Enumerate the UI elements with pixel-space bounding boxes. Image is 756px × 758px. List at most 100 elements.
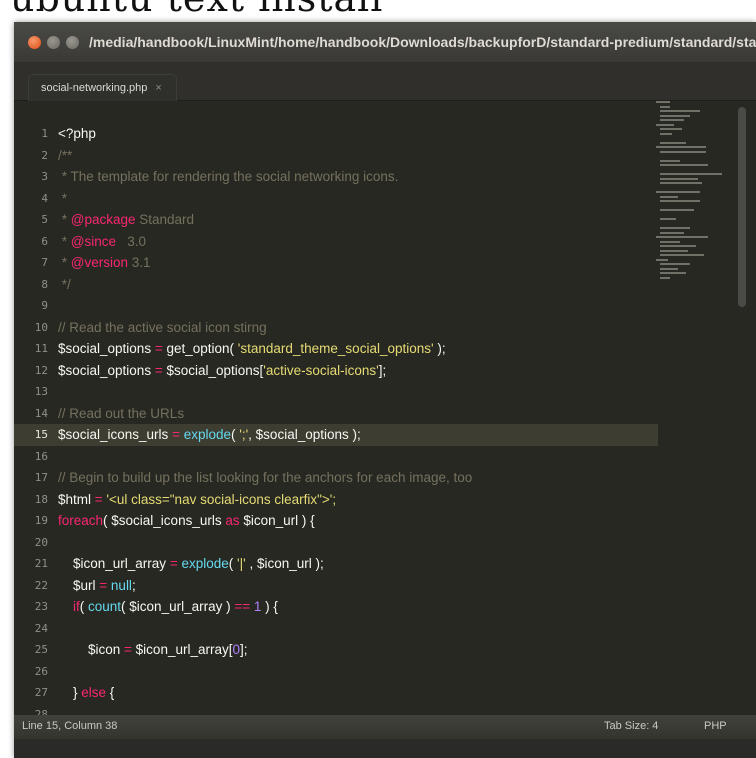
line-number: 19 [34, 514, 48, 527]
code-line[interactable]: if( count( $icon_url_array ) == 1 ) { [58, 596, 278, 618]
line-number: 13 [34, 385, 48, 398]
line-number: 12 [34, 363, 48, 377]
code-line[interactable]: // Read the active social icon stirng [58, 317, 267, 339]
minimap-line [660, 150, 706, 153]
minimap-line [656, 236, 708, 238]
minimap-line [656, 258, 668, 261]
code-line[interactable]: $icon = $icon_url_array[0]; [58, 639, 248, 661]
minimap-line [660, 132, 672, 135]
line-number: 3 [41, 170, 48, 183]
window-title: /media/handbook/LinuxMint/home/handbook/… [89, 34, 756, 50]
code-line[interactable]: * @since 3.0 [58, 231, 146, 253]
code-line[interactable]: // Begin to build up the list looking fo… [58, 467, 472, 489]
syntax-selector[interactable]: PHP [704, 720, 727, 732]
code-line[interactable]: * @package Standard [58, 209, 194, 231]
line-number: 2 [41, 148, 48, 162]
line-number: 5 [41, 213, 48, 226]
code-line[interactable]: $url = null; [58, 575, 136, 597]
minimap-line [660, 227, 690, 229]
line-number: 23 [34, 600, 48, 613]
minimap-line [660, 276, 670, 279]
line-number: 24 [34, 621, 48, 635]
minimap-line [656, 191, 700, 193]
minimap-line [660, 119, 684, 121]
code-line[interactable]: $icon_url_array = explode( '|' , $icon_u… [58, 553, 324, 575]
minimap-line [660, 177, 698, 180]
minimap-line [660, 218, 676, 220]
video-caption: ubuntu text install [10, 0, 383, 20]
line-number: 6 [41, 234, 48, 248]
minimap-line [660, 159, 680, 162]
line-number: 21 [34, 557, 48, 570]
title-bar: /media/handbook/LinuxMint/home/handbook/… [14, 22, 756, 62]
editor-window: /media/handbook/LinuxMint/home/handbook/… [14, 22, 756, 758]
line-number: 11 [34, 342, 48, 355]
window-minimize-button[interactable] [47, 35, 60, 49]
line-number: 18 [34, 492, 48, 506]
line-number: 8 [41, 277, 48, 291]
minimap-line [656, 101, 670, 103]
minimap-line [656, 146, 706, 148]
line-number: 7 [41, 256, 48, 269]
minimap-line [660, 240, 680, 243]
tab-size-selector[interactable]: Tab Size: 4 [604, 720, 658, 732]
minimap-line [660, 164, 708, 166]
minimap-line [660, 272, 686, 274]
minimap-line [660, 245, 696, 247]
minimap-line [656, 123, 674, 126]
minimap-line [660, 173, 722, 175]
line-number: 10 [34, 320, 48, 334]
minimap-line [660, 254, 704, 256]
code-line[interactable]: } else { [58, 682, 114, 704]
code-editor[interactable]: 1 2 3 4 5 6 7 8 9 10 11 12 13 14 15 16 17 18 19 20 21 22 23 24 2… [14, 101, 756, 721]
tab-close-icon[interactable]: × [155, 82, 161, 94]
code-line[interactable]: // Read out the URLs [58, 403, 184, 425]
minimap-line [660, 182, 702, 184]
minimap-line [660, 263, 690, 265]
minimap-line [660, 105, 670, 108]
tab-bar: social-networking.php × [14, 62, 756, 101]
code-line[interactable]: */ [58, 274, 71, 296]
minimap-line [660, 128, 682, 130]
code-line[interactable]: * @version 3.1 [58, 252, 151, 274]
minimap-line [660, 267, 678, 270]
window-close-button[interactable] [28, 35, 41, 49]
line-number: 22 [34, 578, 48, 592]
code-line[interactable]: * [58, 188, 67, 210]
line-number: 17 [34, 471, 48, 484]
minimap[interactable] [656, 101, 734, 301]
code-line[interactable]: <?php [58, 123, 96, 145]
minimap-line [660, 141, 686, 144]
line-number: 20 [34, 535, 48, 549]
minimap-line [660, 114, 690, 117]
code-line[interactable]: $social_options = get_option( 'standard_… [58, 338, 446, 360]
minimap-line [660, 231, 684, 234]
line-number: 1 [41, 127, 48, 140]
minimap-line [660, 110, 700, 112]
minimap-line [660, 195, 678, 198]
code-line[interactable]: $social_icons_urls = explode( ';', $soci… [54, 424, 658, 446]
code-line[interactable]: $html = '<ul class="nav social-icons cle… [58, 489, 336, 511]
line-number: 26 [34, 664, 48, 678]
window-maximize-button[interactable] [66, 35, 79, 49]
tab-social-networking[interactable]: social-networking.php × [28, 74, 177, 101]
line-number: 14 [34, 406, 48, 420]
line-number: 15 [14, 424, 54, 446]
status-bar: Line 15, Column 38 Tab Size: 4 PHP [14, 715, 756, 739]
line-number-gutter: 1 2 3 4 5 6 7 8 9 10 11 12 13 14 15 16 17 18 19 20 21 22 23 24 2… [14, 101, 54, 721]
code-line[interactable]: /** [58, 145, 72, 167]
code-line[interactable]: foreach( $social_icons_urls as $icon_url… [58, 510, 315, 532]
code-line[interactable]: $social_options = $social_options['activ… [58, 360, 386, 382]
cursor-position: Line 15, Column 38 [22, 720, 118, 732]
tab-label: social-networking.php [41, 82, 148, 94]
line-number: 16 [34, 449, 48, 463]
vertical-scrollbar[interactable] [738, 107, 746, 307]
line-number: 25 [34, 643, 48, 656]
code-line[interactable]: * The template for rendering the social … [58, 166, 399, 188]
line-number: 9 [41, 299, 48, 312]
minimap-line [660, 209, 694, 211]
minimap-line [660, 249, 688, 252]
line-number: 4 [41, 191, 48, 205]
minimap-line [660, 200, 700, 202]
line-number: 27 [34, 686, 48, 699]
